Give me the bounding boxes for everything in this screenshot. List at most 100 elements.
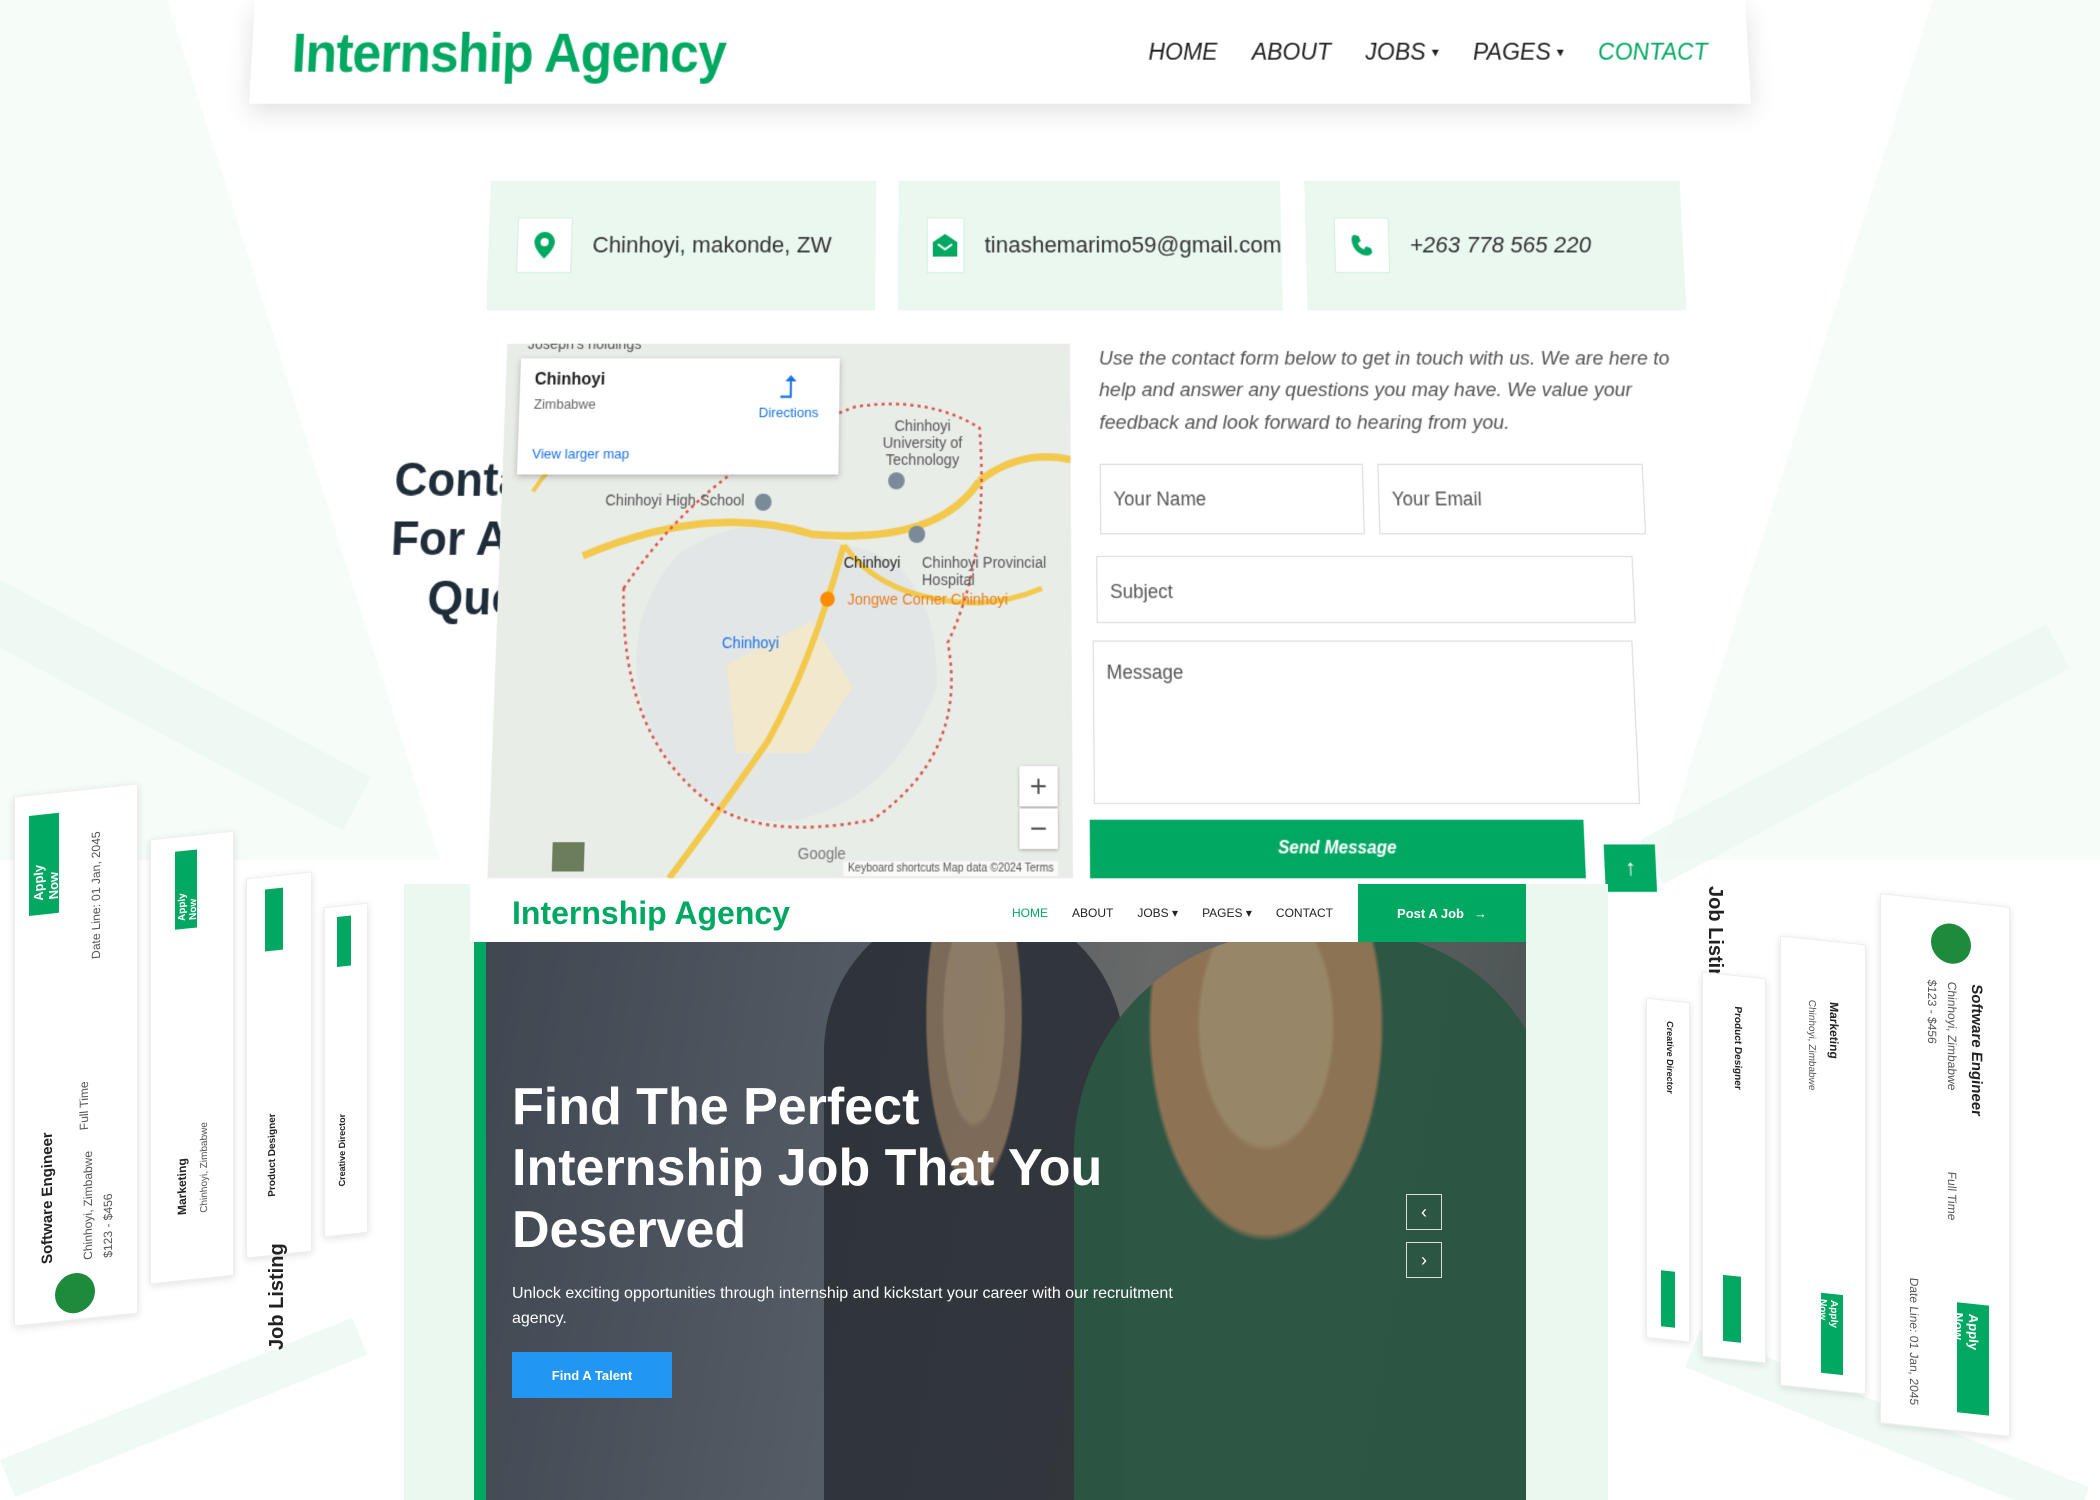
apply-now-label: Apply Now bbox=[1951, 1311, 1981, 1351]
email-input[interactable]: Your Email bbox=[1377, 463, 1647, 535]
map-label-university: Chinhoyi University of Technology bbox=[882, 417, 963, 469]
job-title-text: Marketing bbox=[175, 1157, 189, 1216]
job-deadline-text: Date Line: 01 Jan, 2045 bbox=[89, 830, 103, 960]
info-address: Chinhoyi, makonde, ZW bbox=[485, 180, 877, 311]
apply-now-label: Apply Now bbox=[1817, 1298, 1839, 1329]
find-talent-button[interactable]: Find A Talent bbox=[512, 1352, 672, 1398]
left-job-card-creative-director: Creative Director bbox=[324, 902, 368, 1238]
hero-nav-pages[interactable]: PAGES ▾ bbox=[1202, 906, 1252, 920]
site-logo[interactable]: Internship Agency bbox=[290, 19, 726, 84]
nav-jobs-label: JOBS bbox=[1364, 38, 1427, 65]
carousel-next-button[interactable]: › bbox=[1406, 1242, 1442, 1278]
hero-title: Find The Perfect Internship Job That You… bbox=[512, 1078, 1103, 1259]
contact-page-panel: Internship Agency HOME ABOUT JOBS ▾ PAGES… bbox=[176, 0, 1815, 912]
hero-nav-about[interactable]: ABOUT bbox=[1072, 906, 1113, 920]
job-type-text: Full Time bbox=[1945, 1171, 1959, 1222]
map-info-card: Chinhoyi Zimbabwe View larger map ⮥ Dire… bbox=[516, 358, 840, 475]
apply-now-button[interactable] bbox=[1661, 1270, 1675, 1328]
hero-menu: HOME ABOUT JOBS ▾ PAGES ▾ CONTACT bbox=[1012, 884, 1333, 942]
map-label-jongwe: Jongwe Corner Chinhoyi bbox=[847, 590, 1008, 608]
directions-icon: ⮥ bbox=[779, 370, 799, 406]
job-title-text: Software Engineer bbox=[1968, 983, 1985, 1117]
map-attribution[interactable]: Keyboard shortcuts Map data ©2024 Terms bbox=[843, 861, 1059, 877]
address-text: Chinhoyi, makonde, ZW bbox=[592, 231, 832, 258]
map-label-bus: Chinhoyi bbox=[721, 633, 780, 652]
job-location-text: Chinhoyi, Zimbabwe bbox=[199, 1121, 210, 1214]
contact-intro: Use the contact form below to get in tou… bbox=[1098, 347, 1671, 434]
post-job-button[interactable]: Post A Job → bbox=[1358, 884, 1526, 942]
zoom-in-button[interactable]: + bbox=[1019, 766, 1058, 807]
info-email: tinashemarimo59@gmail.com bbox=[897, 180, 1283, 311]
message-textarea[interactable]: Message bbox=[1092, 640, 1641, 805]
hero-nav-pages-label: PAGES bbox=[1202, 906, 1243, 920]
job-title-text: Product Designer bbox=[1732, 1005, 1743, 1091]
phone-icon bbox=[1333, 217, 1391, 274]
map-label-high-school: Chinhoyi High School bbox=[605, 491, 745, 509]
decor-beam-bottom-left bbox=[0, 1317, 368, 1498]
right-job-card-product-designer: Product Designer bbox=[1702, 971, 1766, 1364]
apply-now-button[interactable] bbox=[265, 887, 283, 952]
name-input[interactable]: Your Name bbox=[1099, 463, 1365, 535]
left-job-card-software-engineer: Apply Now Date Line: 01 Jan, 2045 Full T… bbox=[14, 783, 138, 1327]
directions-label: Directions bbox=[758, 404, 819, 421]
map-label-top: Joseph's holdings bbox=[527, 343, 642, 353]
apply-now-button[interactable]: Apply Now bbox=[175, 849, 199, 930]
carousel-prev-button[interactable]: ‹ bbox=[1406, 1194, 1442, 1230]
apply-now-button[interactable] bbox=[1723, 1274, 1741, 1343]
job-title-text: Product Designer bbox=[267, 1112, 278, 1198]
apply-now-button[interactable] bbox=[337, 915, 351, 967]
job-title-text: Creative Director bbox=[337, 1113, 347, 1187]
phone-text[interactable]: +263 778 565 220 bbox=[1409, 232, 1591, 259]
showcase-stage: Internship Agency HOME ABOUT JOBS ▾ PAGES… bbox=[0, 0, 2100, 1500]
nav-contact-label: CONTACT bbox=[1597, 38, 1709, 65]
directions-button[interactable]: ⮥ Directions bbox=[752, 370, 825, 421]
job-deadline-text: Date Line: 01 Jan, 2045 bbox=[1907, 1277, 1921, 1406]
chevron-down-icon: ▾ bbox=[1431, 43, 1440, 60]
chevron-down-icon: ▾ bbox=[1245, 906, 1252, 920]
map-label-town: Chinhoyi bbox=[843, 553, 901, 571]
map-pin-icon bbox=[516, 217, 573, 274]
right-job-card-creative-director: Creative Director bbox=[1646, 997, 1690, 1343]
chevron-right-icon: › bbox=[1421, 1249, 1427, 1270]
send-message-button[interactable]: Send Message bbox=[1089, 819, 1586, 879]
email-text[interactable]: tinashemarimo59@gmail.com bbox=[984, 232, 1281, 259]
company-logo bbox=[1931, 921, 1971, 966]
hero-nav-jobs[interactable]: JOBS ▾ bbox=[1137, 906, 1178, 920]
view-larger-map-link[interactable]: View larger map bbox=[532, 446, 630, 462]
hero-banner: Find The Perfect Internship Job That You… bbox=[474, 942, 1526, 1500]
apply-now-button[interactable]: Apply Now bbox=[1817, 1292, 1843, 1376]
nav-home-label: HOME bbox=[1148, 38, 1218, 65]
left-job-card-product-designer: Product Designer bbox=[246, 871, 312, 1259]
job-location-text: Chinhoyi, Zimbabwe bbox=[1806, 999, 1817, 1091]
apply-now-label: Apply Now bbox=[177, 892, 199, 922]
job-title-text: Creative Director bbox=[1665, 1020, 1675, 1095]
nav-jobs[interactable]: JOBS ▾ bbox=[1365, 38, 1439, 65]
nav-pages-label: PAGES bbox=[1472, 38, 1552, 65]
arrow-up-icon: ↑ bbox=[1624, 855, 1637, 880]
nav-home[interactable]: HOME bbox=[1148, 38, 1218, 65]
apply-now-button[interactable]: Apply Now bbox=[1951, 1302, 1989, 1416]
nav-contact[interactable]: CONTACT bbox=[1597, 38, 1708, 65]
google-logo: Google bbox=[797, 844, 846, 863]
arrow-right-icon: → bbox=[1473, 905, 1487, 921]
hero-nav-contact[interactable]: CONTACT bbox=[1276, 906, 1333, 920]
hero-nav-home[interactable]: HOME bbox=[1012, 906, 1048, 920]
info-phone: +263 778 565 220 bbox=[1304, 180, 1687, 311]
subject-input[interactable]: Subject bbox=[1096, 555, 1636, 624]
nav-about[interactable]: ABOUT bbox=[1251, 38, 1331, 65]
top-navbar: Internship Agency HOME ABOUT JOBS ▾ PAGES… bbox=[249, 0, 1752, 104]
nav-about-label: ABOUT bbox=[1251, 38, 1332, 65]
left-section-label-text: Job Listing bbox=[266, 1243, 288, 1350]
job-location-text: Chinhoyi, Zimbabwe bbox=[1945, 981, 1959, 1092]
job-location-text: Chinhoyi, Zimbabwe bbox=[81, 1150, 95, 1261]
hero-accent-bar bbox=[474, 942, 486, 1500]
google-map[interactable]: Joseph's holdings Chinhoyi University of… bbox=[487, 343, 1074, 879]
chevron-left-icon: ‹ bbox=[1421, 1201, 1427, 1222]
zoom-out-button[interactable]: − bbox=[1019, 808, 1058, 849]
apply-now-button[interactable]: Apply Now bbox=[29, 812, 61, 916]
top-menu: HOME ABOUT JOBS ▾ PAGES ▾ CONTACT bbox=[1148, 38, 1709, 65]
nav-pages[interactable]: PAGES ▾ bbox=[1472, 38, 1564, 65]
hero-logo[interactable]: Internship Agency bbox=[512, 895, 790, 932]
company-logo bbox=[55, 1271, 95, 1316]
post-job-label: Post A Job bbox=[1397, 905, 1464, 921]
